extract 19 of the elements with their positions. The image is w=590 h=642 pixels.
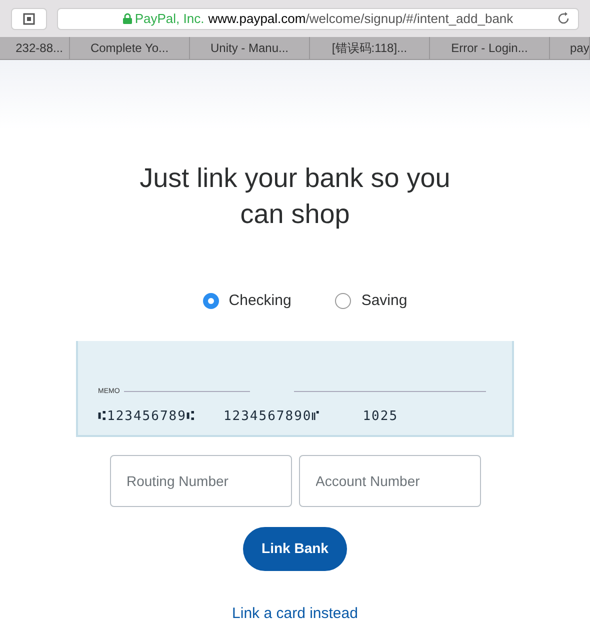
- radio-label: Checking: [228, 291, 292, 311]
- link-card-link[interactable]: Link a card instead: [232, 602, 358, 625]
- lock-icon: [122, 13, 132, 24]
- check-number: 1025: [362, 408, 398, 426]
- reload-icon: [557, 12, 570, 25]
- routing-digits: ⑆123456789⑆: [98, 408, 196, 426]
- radio-button[interactable]: [202, 293, 219, 310]
- account-digits: 1234567890⑈: [223, 408, 321, 426]
- url-text: www.paypal.com/welcome/signup/#/intent_add_bank: [208, 10, 514, 28]
- sidebar-icon: [23, 12, 35, 24]
- sidebar-button[interactable]: [11, 8, 47, 30]
- input-field[interactable]: Routing Number: [110, 454, 292, 506]
- radio-label: Saving: [361, 291, 408, 311]
- address-bar[interactable]: PayPal, Inc. www.paypal.com/welcome/signup/#/intent_add_bank: [57, 8, 579, 30]
- link-bank-button[interactable]: Link Bank: [243, 526, 347, 570]
- page-heading: Just link your bank so you can shop: [138, 162, 452, 231]
- site-owner: PayPal, Inc.: [134, 10, 204, 28]
- input-field[interactable]: Account Number: [298, 454, 480, 506]
- radio-button[interactable]: [335, 293, 352, 310]
